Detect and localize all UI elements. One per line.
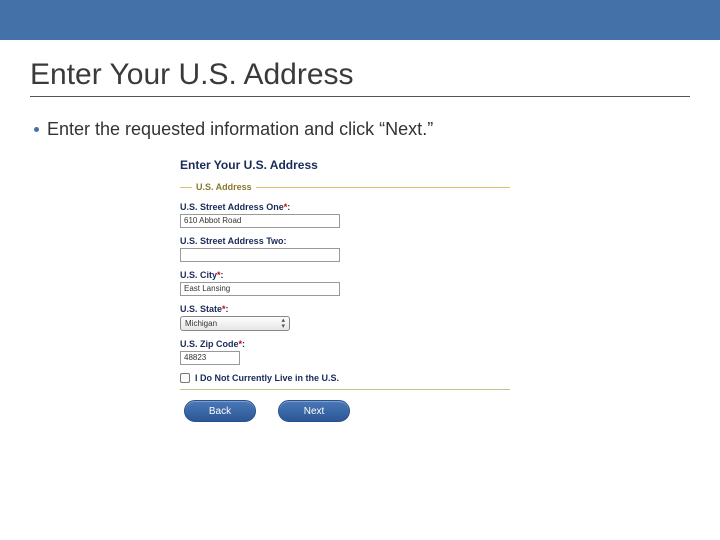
bullet-icon	[34, 127, 39, 132]
city-label: U.S. City*:	[180, 270, 510, 280]
field-city: U.S. City*: East Lansing	[180, 270, 510, 296]
bottom-divider	[180, 389, 510, 390]
form-heading: Enter Your U.S. Address	[180, 158, 510, 172]
section-label: U.S. Address	[192, 182, 256, 192]
bullet-item: Enter the requested information and clic…	[30, 119, 690, 140]
address-two-label: U.S. Street Address Two:	[180, 236, 510, 246]
bullet-text: Enter the requested information and clic…	[47, 119, 433, 140]
form-screenshot: Enter Your U.S. Address U.S. Address U.S…	[180, 158, 510, 422]
address-one-label: U.S. Street Address One*:	[180, 202, 510, 212]
select-arrows-icon: ▴▾	[281, 318, 285, 330]
back-button[interactable]: Back	[184, 400, 256, 422]
no-us-label: I Do Not Currently Live in the U.S.	[195, 373, 339, 383]
state-label: U.S. State*:	[180, 304, 510, 314]
field-address-one: U.S. Street Address One*: 610 Abbot Road	[180, 202, 510, 228]
next-button[interactable]: Next	[278, 400, 350, 422]
section-divider: U.S. Address	[180, 182, 510, 192]
address-one-input[interactable]: 610 Abbot Road	[180, 214, 340, 228]
no-us-checkbox[interactable]	[180, 373, 190, 383]
state-select-value: Michigan	[185, 319, 217, 328]
zip-label: U.S. Zip Code*:	[180, 339, 510, 349]
header-bar	[0, 0, 720, 40]
field-address-two: U.S. Street Address Two:	[180, 236, 510, 262]
slide-title: Enter Your U.S. Address	[30, 58, 690, 97]
state-select[interactable]: Michigan ▴▾	[180, 316, 290, 331]
field-state: U.S. State*: Michigan ▴▾	[180, 304, 510, 331]
button-row: Back Next	[180, 400, 510, 422]
field-zip: U.S. Zip Code*: 48823	[180, 339, 510, 365]
zip-input[interactable]: 48823	[180, 351, 240, 365]
city-input[interactable]: East Lansing	[180, 282, 340, 296]
slide-body: Enter Your U.S. Address Enter the reques…	[0, 40, 720, 422]
no-us-row: I Do Not Currently Live in the U.S.	[180, 373, 510, 383]
address-two-input[interactable]	[180, 248, 340, 262]
